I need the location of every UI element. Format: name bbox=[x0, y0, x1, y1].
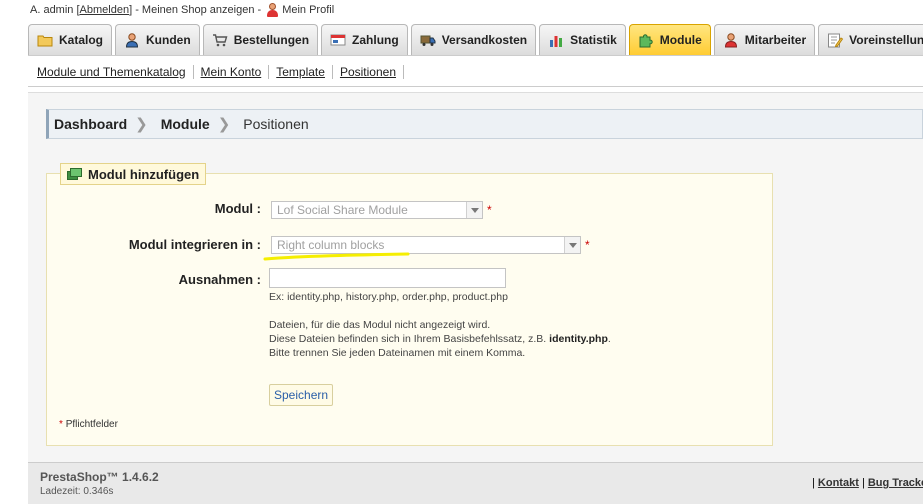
legend-title: Modul hinzufügen bbox=[88, 166, 200, 182]
footer-links: | Kontakt | Bug Tracker bbox=[812, 477, 923, 489]
footer-brand: PrestaShop™ 1.4.6.2 bbox=[40, 470, 159, 484]
tab-label: Mitarbeiter bbox=[744, 33, 807, 47]
help-line-2-prefix: Diese Dateien befinden sich in Ihrem Bas… bbox=[269, 333, 550, 345]
user-name: A. admin bbox=[30, 4, 74, 16]
tab-bestellungen[interactable]: Bestellungen bbox=[202, 24, 319, 55]
preferences-icon bbox=[828, 33, 844, 48]
tab-label: Voreinstellungen bbox=[849, 33, 923, 47]
exceptions-input[interactable] bbox=[269, 268, 506, 288]
employee-icon bbox=[724, 33, 737, 48]
exceptions-example: Ex: identity.php, history.php, order.php… bbox=[269, 291, 508, 303]
tab-label: Zahlung bbox=[352, 33, 399, 47]
truck-icon bbox=[420, 35, 436, 46]
module-required-star: * bbox=[487, 203, 492, 217]
add-module-fieldset: Modul hinzufügen Modul : Lof Social Shar… bbox=[46, 163, 773, 446]
tab-label: Kunden bbox=[146, 33, 191, 47]
cart-icon bbox=[212, 34, 228, 47]
contact-link[interactable]: Kontakt bbox=[818, 477, 859, 489]
fieldset-legend: Modul hinzufügen bbox=[60, 163, 207, 185]
tab-zahlung[interactable]: Zahlung bbox=[321, 24, 408, 55]
tab-katalog[interactable]: Katalog bbox=[28, 24, 113, 55]
module-select-value: Lof Social Share Module bbox=[277, 203, 408, 217]
tab-kunden[interactable]: Kunden bbox=[115, 24, 200, 55]
footer-link-separator: | bbox=[861, 477, 865, 489]
module-submenu: Module und Themenkatalog Mein Konto Temp… bbox=[28, 57, 923, 87]
submenu-positions[interactable]: Positionen bbox=[333, 64, 404, 79]
puzzle-icon bbox=[639, 34, 653, 48]
shop-link-text[interactable]: ] - Meinen Shop anzeigen - bbox=[129, 4, 261, 16]
main-tab-bar: Katalog Kunden Bestellungen Zahlung Vers… bbox=[28, 24, 923, 56]
chevron-down-icon[interactable] bbox=[466, 202, 482, 218]
required-fields-note: * Pflichtfelder bbox=[59, 419, 118, 430]
content-panel: Dashboard ❯ Module ❯ Positionen Modul hi… bbox=[28, 92, 923, 504]
yellow-highlight-mark bbox=[263, 252, 410, 261]
folder-icon bbox=[37, 35, 53, 47]
hook-select-value: Right column blocks bbox=[277, 238, 385, 252]
breadcrumb-module[interactable]: Module bbox=[156, 116, 210, 132]
tab-label: Versandkosten bbox=[441, 33, 528, 47]
chevron-right-icon: ❯ bbox=[217, 116, 231, 133]
module-label: Modul : bbox=[214, 201, 261, 216]
tab-statistik[interactable]: Statistik bbox=[539, 24, 626, 55]
chevron-down-icon[interactable] bbox=[564, 237, 580, 253]
module-stack-icon bbox=[67, 168, 83, 180]
user-bar: A. admin [ Abmelden ] - Meinen Shop anze… bbox=[30, 3, 334, 17]
tab-label: Statistik bbox=[570, 33, 617, 47]
save-button[interactable]: Speichern bbox=[269, 384, 334, 406]
chart-icon bbox=[550, 36, 563, 47]
payment-icon bbox=[330, 34, 346, 46]
submenu-my-account[interactable]: Mein Konto bbox=[194, 64, 270, 79]
hook-label: Modul integrieren in : bbox=[128, 237, 261, 252]
required-star: * bbox=[59, 419, 63, 430]
tab-mitarbeiter[interactable]: Mitarbeiter bbox=[713, 24, 816, 55]
footer: PrestaShop™ 1.4.6.2 Ladezeit: 0.346s | K… bbox=[28, 462, 923, 504]
tab-label: Katalog bbox=[59, 33, 104, 47]
footer-load-time: Ladezeit: 0.346s bbox=[40, 486, 114, 497]
footer-link-separator: | bbox=[812, 477, 815, 489]
exceptions-label: Ausnahmen : bbox=[178, 272, 261, 287]
customers-icon bbox=[126, 33, 139, 48]
bugtracker-link[interactable]: Bug Tracker bbox=[868, 477, 923, 489]
help-line-3: Bitte trennen Sie jeden Dateinamen mit e… bbox=[269, 347, 526, 359]
breadcrumb-dashboard[interactable]: Dashboard bbox=[49, 116, 127, 132]
chevron-right-icon: ❯ bbox=[135, 116, 148, 133]
submenu-module-catalog[interactable]: Module und Themenkatalog bbox=[28, 64, 194, 79]
breadcrumb: Dashboard ❯ Module ❯ Positionen bbox=[46, 109, 923, 139]
tab-versandkosten[interactable]: Versandkosten bbox=[410, 24, 537, 55]
help-line-2-filename: identity.php bbox=[549, 333, 608, 345]
help-line-2-suffix: . bbox=[607, 333, 611, 345]
submenu-template[interactable]: Template bbox=[269, 64, 333, 79]
logout-link[interactable]: Abmelden bbox=[80, 4, 130, 16]
tab-voreinstellungen[interactable]: Voreinstellungen bbox=[818, 24, 923, 55]
hook-required-star: * bbox=[585, 238, 590, 252]
tab-module[interactable]: Module bbox=[628, 24, 711, 55]
tab-label: Module bbox=[659, 33, 702, 47]
required-note-text: Pflichtfelder bbox=[65, 419, 118, 430]
profile-icon bbox=[265, 3, 279, 17]
help-line-1: Dateien, für die das Modul nicht angezei… bbox=[269, 319, 491, 331]
profile-link[interactable]: Mein Profil bbox=[282, 4, 334, 16]
tab-label: Bestellungen bbox=[233, 33, 310, 47]
breadcrumb-positions: Positionen bbox=[243, 116, 309, 132]
module-select[interactable]: Lof Social Share Module bbox=[271, 201, 483, 219]
help-line-2: Diese Dateien befinden sich in Ihrem Bas… bbox=[269, 332, 611, 346]
